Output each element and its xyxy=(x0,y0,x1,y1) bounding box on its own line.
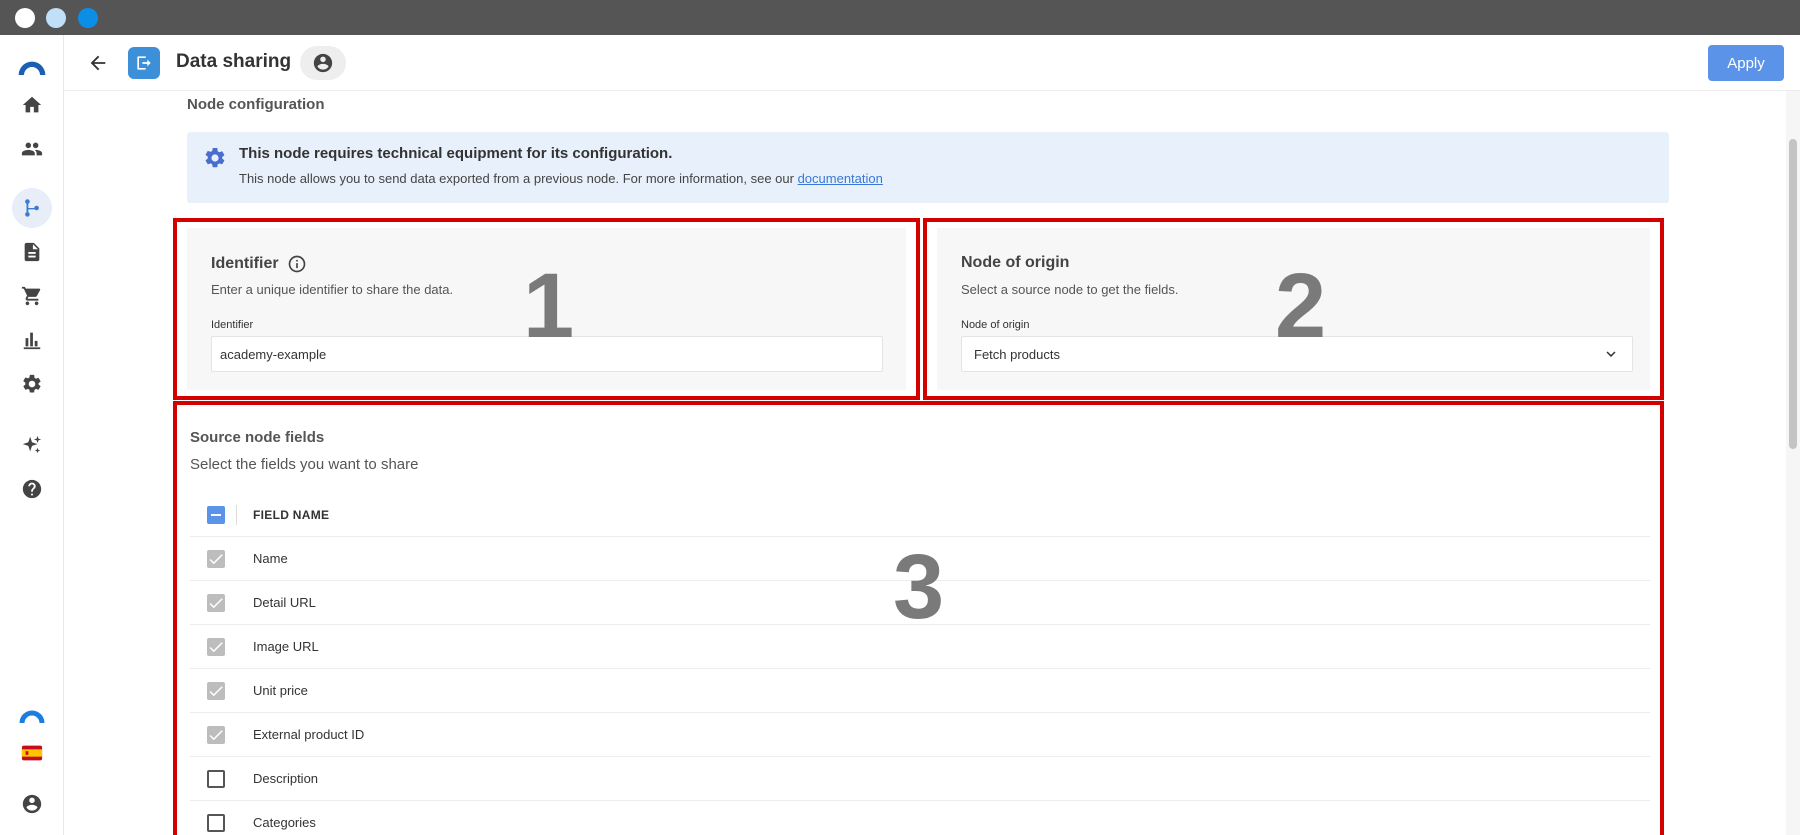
fields-panel: Source node fields Select the fields you… xyxy=(173,401,1664,835)
window-titlebar xyxy=(0,0,1800,35)
table-row[interactable]: Description xyxy=(190,757,1650,801)
data-sharing-app-icon xyxy=(128,47,160,79)
help-icon xyxy=(22,479,42,499)
flow-icon xyxy=(25,199,39,217)
field-name: External product ID xyxy=(253,727,365,742)
fields-title: Source node fields xyxy=(190,429,325,446)
section-title: Node configuration xyxy=(187,96,325,113)
origin-selected-value: Fetch products xyxy=(974,346,1060,362)
sidebar-item-settings[interactable] xyxy=(12,364,52,404)
sidebar xyxy=(0,35,64,835)
identifier-panel: Identifier Enter a unique identifier to … xyxy=(173,218,920,400)
identifier-field-label: Identifier xyxy=(211,319,254,331)
field-checkbox[interactable] xyxy=(207,550,225,568)
sidebar-item-analytics[interactable] xyxy=(12,320,52,360)
logo-icon xyxy=(18,61,46,75)
users-icon xyxy=(21,142,43,156)
home-icon xyxy=(22,96,42,113)
header-divider xyxy=(236,505,237,525)
window-maximize-icon[interactable] xyxy=(78,8,98,28)
origin-description: Select a source node to get the fields. xyxy=(961,282,1179,297)
sidebar-brand[interactable] xyxy=(12,693,52,733)
user-circle-icon xyxy=(313,53,333,73)
field-name: Description xyxy=(253,771,319,786)
brand-icon xyxy=(19,710,45,723)
window-close-icon[interactable] xyxy=(15,8,35,28)
window-minimize-icon[interactable] xyxy=(46,8,66,28)
chart-icon xyxy=(23,332,41,350)
export-icon xyxy=(137,56,151,70)
account-icon xyxy=(22,794,42,814)
main-scrollbar[interactable] xyxy=(1786,91,1800,835)
checkmark-icon xyxy=(209,554,223,565)
sidebar-item-flows[interactable] xyxy=(12,188,52,228)
banner-heading: This node requires technical equipment f… xyxy=(239,145,673,162)
field-checkbox[interactable] xyxy=(207,770,225,788)
sidebar-item-ai[interactable] xyxy=(12,425,52,465)
identifier-title: Identifier xyxy=(211,254,307,274)
gear-icon xyxy=(23,374,41,393)
document-icon xyxy=(24,242,40,262)
sparkle-icon xyxy=(22,435,42,454)
sidebar-account[interactable] xyxy=(12,784,52,824)
sidebar-language[interactable] xyxy=(12,733,52,773)
field-name: Image URL xyxy=(253,639,319,654)
panel-number-3: 3 xyxy=(893,536,945,638)
field-checkbox[interactable] xyxy=(207,594,225,612)
field-name: Detail URL xyxy=(253,595,316,610)
identifier-title-text: Identifier xyxy=(211,255,279,272)
settings-gear-icon xyxy=(203,146,227,170)
back-button[interactable] xyxy=(84,49,112,77)
top-header: Data sharing Apply xyxy=(64,35,1800,91)
banner-text: This node allows you to send data export… xyxy=(239,171,883,186)
cart-icon xyxy=(21,286,41,306)
sidebar-item-documents[interactable] xyxy=(12,232,52,272)
field-name: Name xyxy=(253,551,288,566)
page-title: Data sharing xyxy=(176,51,292,72)
info-banner: This node requires technical equipment f… xyxy=(187,132,1669,203)
fields-card: Source node fields Select the fields you… xyxy=(177,405,1660,835)
identifier-card: Identifier Enter a unique identifier to … xyxy=(187,228,906,390)
fields-description: Select the fields you want to share xyxy=(190,456,419,473)
sidebar-item-help[interactable] xyxy=(12,469,52,509)
chevron-down-icon xyxy=(1606,351,1616,357)
field-checkbox[interactable] xyxy=(207,682,225,700)
sidebar-item-cart[interactable] xyxy=(12,276,52,316)
scrollbar-thumb[interactable] xyxy=(1789,139,1797,449)
select-all-checkbox[interactable] xyxy=(207,506,225,524)
field-name: Unit price xyxy=(253,683,308,698)
checkmark-icon xyxy=(209,642,223,653)
table-row[interactable]: External product ID xyxy=(190,713,1650,757)
fields-table-header: FIELD NAME xyxy=(190,493,1650,537)
info-circle-icon[interactable] xyxy=(287,254,307,274)
origin-field-label: Node of origin xyxy=(961,319,1030,331)
sidebar-item-users[interactable] xyxy=(12,129,52,169)
owner-chip[interactable] xyxy=(300,46,346,80)
checkmark-icon xyxy=(209,598,223,609)
apply-button[interactable]: Apply xyxy=(1708,45,1784,81)
indeterminate-icon xyxy=(211,514,221,516)
table-row[interactable]: Unit price xyxy=(190,669,1650,713)
documentation-link[interactable]: documentation xyxy=(798,171,883,186)
panel-number-2: 2 xyxy=(1275,255,1327,357)
banner-body: This node allows you to send data export… xyxy=(239,171,798,186)
origin-title: Node of origin xyxy=(961,254,1070,271)
field-checkbox[interactable] xyxy=(207,726,225,744)
origin-card: Node of origin Select a source node to g… xyxy=(937,228,1650,390)
field-name: Categories xyxy=(253,815,316,830)
arrow-left-icon xyxy=(90,55,106,71)
field-checkbox[interactable] xyxy=(207,638,225,656)
identifier-description: Enter a unique identifier to share the d… xyxy=(211,282,454,297)
field-checkbox[interactable] xyxy=(207,814,225,832)
sidebar-logo[interactable] xyxy=(12,47,52,87)
checkmark-icon xyxy=(209,686,223,697)
checkmark-icon xyxy=(209,730,223,741)
panel-number-1: 1 xyxy=(523,255,575,357)
spain-flag-icon xyxy=(21,745,43,761)
table-row[interactable]: Categories xyxy=(190,801,1650,835)
origin-panel: Node of origin Select a source node to g… xyxy=(923,218,1664,400)
column-header-field-name: FIELD NAME xyxy=(253,508,330,522)
sidebar-item-home[interactable] xyxy=(12,85,52,125)
